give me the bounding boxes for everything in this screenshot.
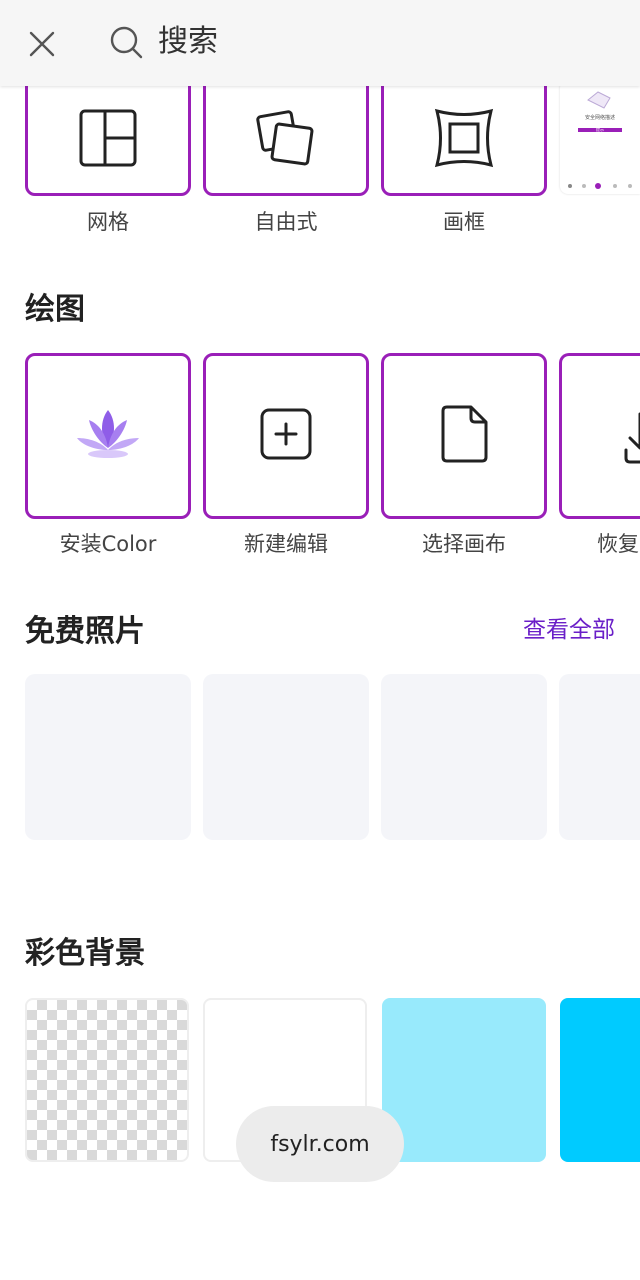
lotus-icon: [75, 406, 141, 466]
preview-illustration: [568, 91, 632, 189]
layout-freeform-label: 自由式: [254, 210, 318, 234]
grid-icon: [78, 108, 138, 172]
photo-thumbnail[interactable]: [559, 674, 640, 840]
download-icon: [622, 408, 640, 472]
new-edit-label: 新建编辑: [244, 532, 328, 556]
search-input[interactable]: 搜索: [158, 22, 218, 62]
transparent-background-swatch[interactable]: [25, 998, 189, 1162]
cyan-background-swatch[interactable]: [560, 998, 640, 1162]
see-all-link[interactable]: 查看全部: [523, 614, 615, 646]
search-icon[interactable]: [106, 22, 146, 62]
drawing-section-title: 绘图: [25, 292, 85, 327]
photo-thumbnail[interactable]: [25, 674, 191, 840]
photos-section-title: 免费照片: [25, 614, 145, 649]
photo-thumbnail[interactable]: [203, 674, 369, 840]
add-square-icon: [259, 407, 313, 465]
backgrounds-section-title: 彩色背景: [25, 936, 145, 971]
install-color-tile[interactable]: [25, 353, 191, 519]
freeform-icon: [254, 108, 318, 172]
layout-frame-label: 画框: [443, 210, 485, 234]
restore-tile[interactable]: [559, 353, 640, 519]
layout-preview-card[interactable]: 安全网络描述 提示: [560, 80, 640, 194]
layout-grid-label: 网格: [87, 210, 129, 234]
new-edit-tile[interactable]: [203, 353, 369, 519]
preview-caption: 安全网络描述: [584, 115, 615, 121]
restore-label: 恢复: [597, 532, 639, 556]
install-color-label: 安装Color: [59, 532, 157, 556]
toast-message: fsylr.com: [236, 1106, 404, 1182]
choose-canvas-tile[interactable]: [381, 353, 547, 519]
photo-thumbnail[interactable]: [381, 674, 547, 840]
choose-canvas-label: 选择画布: [422, 532, 506, 556]
file-icon: [439, 404, 489, 468]
frame-icon: [434, 108, 494, 172]
close-icon[interactable]: [22, 24, 62, 64]
top-bar: 搜索: [0, 0, 640, 86]
preview-button: 提示: [596, 127, 604, 132]
light-cyan-background-swatch[interactable]: [382, 998, 546, 1162]
